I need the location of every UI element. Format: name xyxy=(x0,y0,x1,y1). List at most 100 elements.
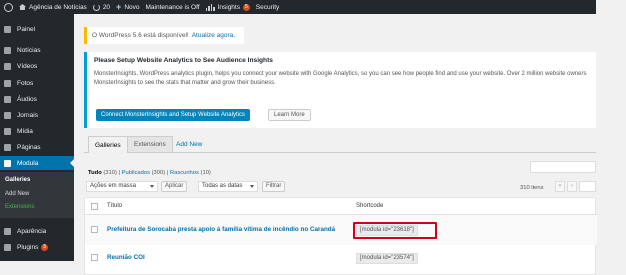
tab-galleries[interactable]: Galleries xyxy=(88,136,128,153)
security-link[interactable]: Security xyxy=(256,4,279,11)
gallery-title-link[interactable]: Reunião COI xyxy=(107,254,145,261)
pages-icon xyxy=(4,143,11,151)
updates-link[interactable]: 20 xyxy=(92,3,111,11)
chevron-down-icon xyxy=(150,185,154,188)
filter-all-count: (310) xyxy=(103,170,117,176)
row-checkbox[interactable] xyxy=(91,254,98,261)
dates-filter-select[interactable]: Todas as datas xyxy=(198,181,258,192)
insights-chart-icon xyxy=(205,3,215,11)
learn-more-button[interactable]: Learn More xyxy=(268,109,311,121)
insights-link[interactable]: Insights 5 xyxy=(205,3,250,11)
analytics-notice-desc-1: MonsterInsights, WordPress analytics plu… xyxy=(94,71,587,77)
menu-label: Notícias xyxy=(17,46,41,54)
shortcode-field[interactable]: [modula id="23574"] xyxy=(356,253,418,264)
appearance-icon xyxy=(4,227,11,235)
table-header: Título Shortcode xyxy=(85,198,597,215)
chevron-down-icon xyxy=(250,185,254,188)
prev-page-button[interactable]: ‹ xyxy=(567,181,577,192)
tab-extensions[interactable]: Extensions xyxy=(127,136,173,152)
table-row: Reunião COI [modula id="23574"] xyxy=(85,245,597,275)
menu-label: Aparência xyxy=(17,227,47,235)
connect-monsterinsights-button[interactable]: Connect MonsterInsights and Setup Websit… xyxy=(96,109,250,121)
menu-item-painel[interactable]: Painel xyxy=(0,22,74,36)
items-count: 310 itens xyxy=(520,185,544,191)
wordpress-logo-icon[interactable] xyxy=(4,2,13,12)
menu-label: Páginas xyxy=(17,143,41,151)
tab-add-new[interactable]: Add New xyxy=(170,136,208,152)
admin-bar: Agência de Notícias 20 + Novo Maintenanc… xyxy=(0,0,596,14)
site-name-link[interactable]: Agência de Notícias xyxy=(19,4,87,11)
menu-item-jornais[interactable]: Jornais xyxy=(0,108,74,122)
menu-label: Vídeos xyxy=(17,62,38,70)
analytics-notice-title: Please Setup Website Analytics to See Au… xyxy=(94,57,273,64)
update-notice-text: O WordPress 5.6 está disponível! xyxy=(92,32,189,39)
update-now-link[interactable]: Atualize agora. xyxy=(192,32,235,39)
menu-item-plugins[interactable]: Plugins 5 xyxy=(0,240,74,254)
submenu-add-new[interactable]: Add New xyxy=(5,191,29,197)
security-label: Security xyxy=(255,3,280,11)
menu-label: Jornais xyxy=(17,111,38,119)
filter-drafts[interactable]: Rascunhos xyxy=(170,170,199,176)
column-title[interactable]: Título xyxy=(107,203,122,209)
first-page-button[interactable]: « xyxy=(555,181,565,192)
select-all-checkbox[interactable] xyxy=(91,203,98,210)
apply-button[interactable]: Aplicar xyxy=(161,181,188,192)
filter-all[interactable]: Tudo xyxy=(88,170,102,176)
filter-published[interactable]: Publicados xyxy=(122,170,150,176)
video-icon xyxy=(4,62,11,70)
analytics-notice: Please Setup Website Analytics to See Au… xyxy=(84,52,596,128)
insights-label: Insights xyxy=(217,3,240,11)
posts-icon xyxy=(4,46,11,54)
menu-item-fotos[interactable]: Fotos xyxy=(0,76,74,90)
menu-item-midia[interactable]: Mídia xyxy=(0,124,74,138)
gallery-title-link[interactable]: Prefeitura de Sorocaba presta apoio à fa… xyxy=(107,226,335,233)
menu-item-aparencia[interactable]: Aparência xyxy=(0,224,74,238)
updates-icon xyxy=(92,3,100,11)
row-checkbox[interactable] xyxy=(91,226,98,233)
submenu-galleries[interactable]: Galleries xyxy=(5,177,30,183)
media-icon xyxy=(4,127,11,135)
site-name: Agência de Notícias xyxy=(29,3,87,11)
current-page-input[interactable] xyxy=(579,181,596,192)
home-icon xyxy=(19,4,26,10)
filter-button[interactable]: Filtrar xyxy=(262,181,286,192)
menu-item-noticias[interactable]: Notícias xyxy=(0,43,74,57)
filter-published-count: (300) xyxy=(151,170,166,176)
maintenance-label: Maintenance is Off xyxy=(145,3,200,11)
menu-item-audios[interactable]: Áudios xyxy=(0,92,74,106)
modula-submenu: Galleries Add New Extensions xyxy=(0,172,74,218)
filter-drafts-count: (10) xyxy=(200,170,211,176)
photos-icon xyxy=(4,79,11,87)
insights-badge: 5 xyxy=(242,3,250,11)
tabs-divider xyxy=(84,152,596,153)
analytics-notice-desc-2: MonsterInsights to see the stats that ma… xyxy=(94,80,276,86)
admin-sidebar: Painel Notícias Vídeos Fotos Áudios Jorn… xyxy=(0,14,74,261)
menu-item-paginas[interactable]: Páginas xyxy=(0,140,74,154)
dates-filter-value: Todas as datas xyxy=(202,183,243,189)
plugins-badge: 5 xyxy=(41,243,49,251)
menu-label: Áudios xyxy=(17,95,37,103)
bulk-actions-select[interactable]: Ações em massa xyxy=(86,181,158,192)
menu-label: Fotos xyxy=(17,79,34,87)
column-shortcode: Shortcode xyxy=(356,203,384,209)
plugins-icon xyxy=(4,243,11,251)
updates-count: 20 xyxy=(102,3,111,11)
plus-icon: + xyxy=(116,1,122,12)
new-label: Novo xyxy=(124,3,140,11)
submenu-extensions[interactable]: Extensions xyxy=(5,204,34,210)
status-filters: Tudo (310) | Publicados (300) | Rascunho… xyxy=(88,170,211,176)
menu-item-modula[interactable]: Modula xyxy=(0,156,74,170)
menu-label: Plugins xyxy=(17,243,39,251)
audio-icon xyxy=(4,95,11,103)
new-content-link[interactable]: + Novo xyxy=(116,1,140,12)
menu-label: Painel xyxy=(17,25,36,33)
update-notice: O WordPress 5.6 está disponível! Atualiz… xyxy=(84,27,244,44)
menu-item-videos[interactable]: Vídeos xyxy=(0,59,74,73)
galleries-table: Título Shortcode Prefeitura de Sorocaba … xyxy=(84,197,597,275)
highlight-box xyxy=(353,222,437,239)
menu-label: Mídia xyxy=(17,127,33,135)
search-input[interactable] xyxy=(530,161,596,173)
dashboard-icon xyxy=(4,25,11,33)
maintenance-link[interactable]: Maintenance is Off xyxy=(146,4,200,11)
menu-label: Modula xyxy=(17,159,39,167)
